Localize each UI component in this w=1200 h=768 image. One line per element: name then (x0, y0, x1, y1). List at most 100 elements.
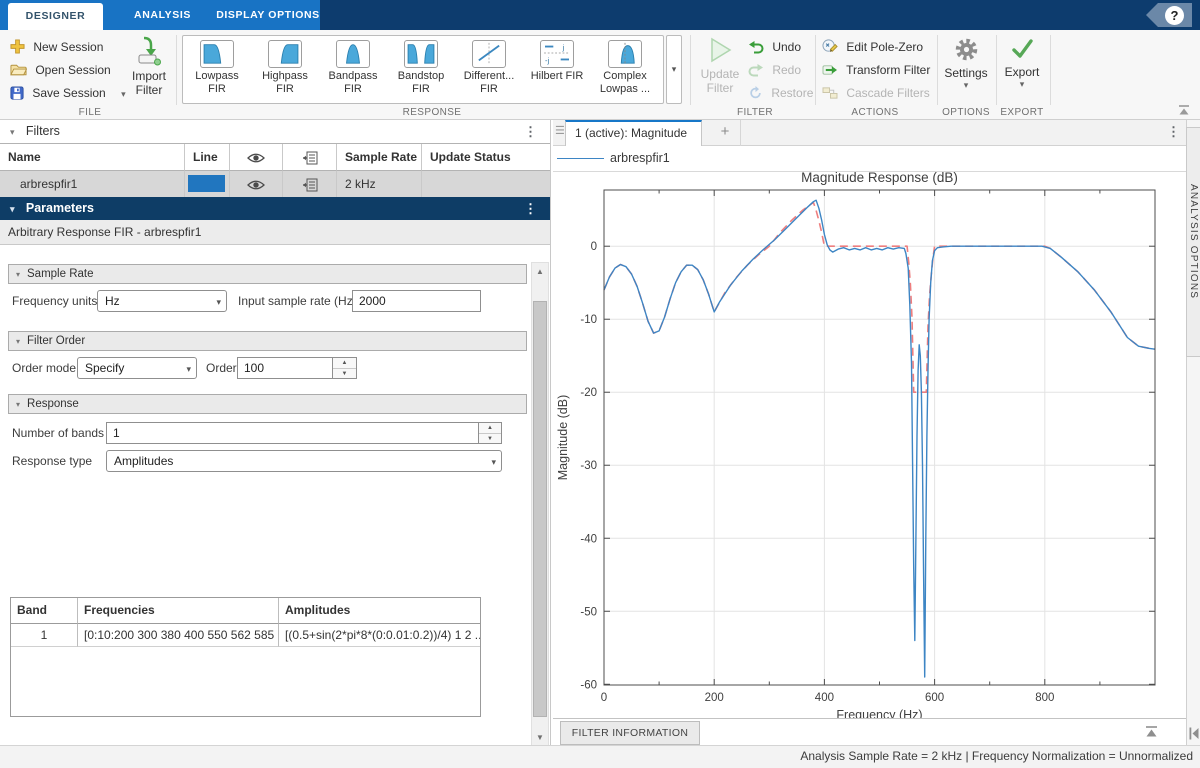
save-session-caret-icon[interactable]: ▾ (121, 89, 126, 99)
highpass-fir-button[interactable]: HighpassFIR (251, 36, 319, 103)
column-header-name[interactable]: Name (0, 144, 185, 171)
magnitude-response-chart[interactable]: 02004006008000-10-20-30-40-50-60Magnitud… (553, 172, 1186, 718)
update-filter-button[interactable]: Update Filter (697, 36, 743, 95)
filters-table: Name Line Sample Rate Update Status arbr… (0, 143, 551, 198)
filter-row-sample-rate[interactable]: 2 kHz (337, 171, 422, 197)
tab-designer[interactable]: DESIGNER (8, 3, 103, 30)
filter-row-info[interactable] (283, 171, 337, 197)
differentiator-fir-icon (472, 40, 506, 68)
number-of-bands-field[interactable]: 1 (106, 422, 479, 444)
number-of-bands-label: Number of bands (12, 422, 104, 444)
save-session-button[interactable]: Save Session ▾ (10, 84, 126, 102)
expand-panel-button[interactable] (1188, 726, 1200, 744)
filters-menu-icon[interactable]: ⋮ (524, 120, 537, 143)
hilbert-fir-button[interactable]: j-jHilbert FIR (523, 36, 591, 103)
tab-grip-icon[interactable]: ☰ (555, 124, 565, 137)
transform-filter-button[interactable]: Transform Filter (822, 61, 930, 79)
help-button[interactable]: ? (1146, 3, 1192, 27)
band-cell[interactable]: 1 (11, 624, 78, 647)
analysis-tab-bar: ☰ 1 (active): Magnitude ✕ + ⋮ (553, 120, 1186, 146)
help-icon: ? (1165, 6, 1184, 25)
cascade-filters-button[interactable]: Cascade Filters (822, 84, 930, 102)
filter-row-name[interactable]: arbrespfir1 (0, 171, 185, 197)
frequencies-cell[interactable]: [0:10:200 300 380 400 550 562 585 ... (78, 624, 279, 647)
order-stepper[interactable]: ▲▼ (333, 357, 357, 379)
svg-text:600: 600 (925, 692, 944, 704)
undo-button[interactable]: Undo (748, 38, 801, 56)
titlebar: DESIGNER ANALYSIS DISPLAY OPTIONS ? (0, 0, 1200, 30)
order-mode-dropdown[interactable]: Specify▾ (77, 357, 197, 379)
order-field[interactable]: 100 (237, 357, 333, 379)
new-analysis-tab-button[interactable]: + (710, 120, 741, 146)
column-header-visibility[interactable] (230, 144, 283, 171)
parameters-scrollbar[interactable]: ▲ ▼ (531, 262, 549, 745)
collapse-filters-icon[interactable]: ▾ (10, 127, 15, 137)
collapse-bottom-panel-button[interactable] (1144, 725, 1159, 742)
stepper-down-icon[interactable]: ▼ (479, 434, 501, 444)
parameters-menu-icon[interactable]: ⋮ (524, 197, 537, 220)
input-sample-rate-field[interactable]: 2000 (352, 290, 481, 312)
filter-information-tab[interactable]: FILTER INFORMATION (560, 721, 700, 745)
svg-text:400: 400 (815, 692, 834, 704)
stepper-up-icon[interactable]: ▲ (479, 423, 501, 434)
filter-row-line[interactable] (185, 171, 230, 197)
column-header-sample-rate[interactable]: Sample Rate (337, 144, 422, 171)
number-of-bands-stepper[interactable]: ▲▼ (479, 422, 502, 444)
group-header-sample-rate[interactable]: ▾Sample Rate (8, 264, 527, 284)
tab-display-options[interactable]: DISPLAY OPTIONS (213, 0, 323, 30)
lowpass-fir-button[interactable]: LowpassFIR (183, 36, 251, 103)
frequency-units-dropdown[interactable]: Hz▾ (97, 290, 227, 312)
expand-left-icon (1188, 726, 1200, 741)
import-filter-button[interactable]: Import Filter (126, 36, 172, 97)
response-gallery-expand-button[interactable]: ▾ (666, 35, 682, 104)
open-session-button[interactable]: Open Session (10, 61, 111, 79)
restore-button[interactable]: Restore (748, 84, 813, 102)
collapse-parameters-icon[interactable]: ▾ (10, 204, 15, 214)
export-button[interactable]: Export ▾ (998, 36, 1046, 90)
column-header-info[interactable] (283, 144, 337, 171)
line-color-swatch[interactable] (188, 175, 225, 192)
column-header-update-status[interactable]: Update Status (422, 144, 551, 171)
analysis-menu-icon[interactable]: ⋮ (1167, 124, 1180, 140)
input-sample-rate-label: Input sample rate (Hz) (238, 290, 357, 312)
svg-text:-40: -40 (580, 533, 597, 545)
differentiator-fir-button[interactable]: Different...FIR (455, 36, 523, 103)
amplitudes-column-header: Amplitudes (279, 598, 480, 624)
svg-text:-60: -60 (580, 679, 597, 691)
scrollbar-thumb[interactable] (533, 301, 547, 717)
svg-text:0: 0 (591, 241, 597, 253)
stepper-up-icon[interactable]: ▲ (333, 358, 356, 369)
column-header-line[interactable]: Line (185, 144, 230, 171)
filter-row-visibility[interactable] (230, 171, 283, 197)
redo-button[interactable]: Redo (748, 61, 801, 79)
new-session-button[interactable]: New Session (10, 38, 103, 56)
analysis-options-side-tab[interactable]: ANALYSIS OPTIONS (1186, 127, 1200, 357)
svg-text:-j: -j (545, 56, 549, 65)
minimize-ribbon-button[interactable] (1176, 104, 1192, 120)
eye-icon (247, 179, 265, 191)
ribbon-separator (996, 35, 997, 105)
tab-analysis[interactable]: ANALYSIS (115, 0, 210, 30)
right-side-strip: ANALYSIS OPTIONS (1186, 120, 1200, 745)
stepper-down-icon[interactable]: ▼ (333, 369, 356, 379)
edit-pole-zero-button[interactable]: Edit Pole-Zero (822, 38, 923, 56)
update-filter-play-icon (706, 53, 734, 67)
complex-lowpass-fir-button[interactable]: ComplexLowpas ... (591, 36, 659, 103)
filter-row-update-status[interactable] (422, 171, 551, 197)
svg-text:-20: -20 (580, 387, 597, 399)
transform-filter-icon (822, 63, 838, 82)
order-mode-label: Order mode (12, 357, 76, 379)
magnitude-analysis-tab[interactable]: 1 (active): Magnitude ✕ (565, 120, 702, 146)
response-type-dropdown[interactable]: Amplitudes▾ (106, 450, 502, 472)
bandpass-fir-button[interactable]: BandpassFIR (319, 36, 387, 103)
parameters-panel-header: ▾ Parameters ⋮ (0, 197, 551, 220)
svg-text:j: j (562, 43, 565, 52)
scroll-down-icon[interactable]: ▼ (532, 729, 548, 745)
group-header-filter-order[interactable]: ▾Filter Order (8, 331, 527, 351)
group-header-response[interactable]: ▾Response (8, 394, 527, 414)
bandstop-fir-button[interactable]: BandstopFIR (387, 36, 455, 103)
amplitudes-cell[interactable]: [(0.5+sin(2*pi*8*(0:0.01:0.2))/4) 1 2 ..… (279, 624, 480, 647)
band-table: Band Frequencies Amplitudes 1 [0:10:200 … (10, 597, 481, 717)
settings-button[interactable]: Settings ▾ (938, 36, 994, 91)
scroll-up-icon[interactable]: ▲ (532, 263, 548, 280)
